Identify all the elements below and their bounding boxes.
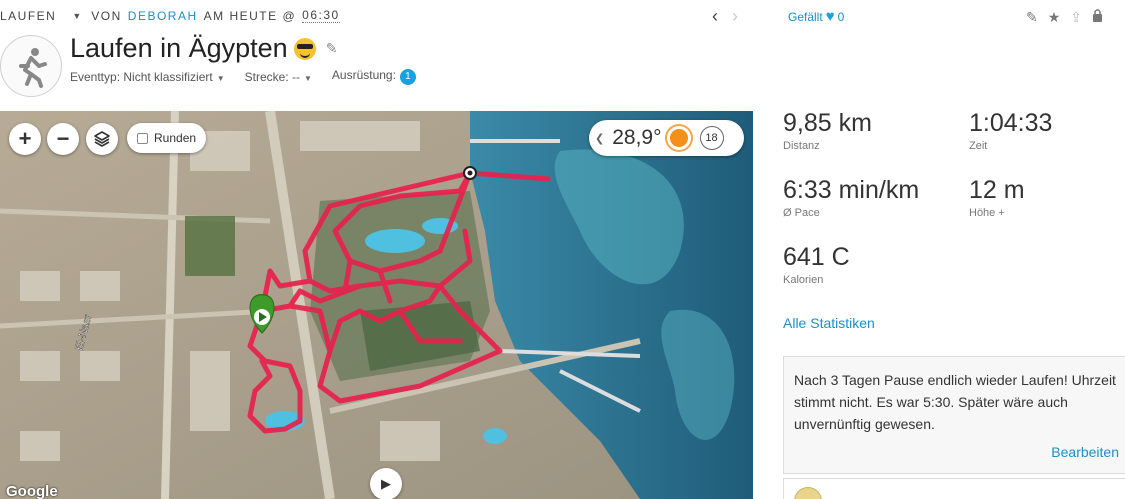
laps-label: Runden xyxy=(154,131,197,145)
route-map[interactable]: El-Nasr + − Runden ❮ 28,9° 18 ▶ Google xyxy=(0,111,753,499)
pencil-icon[interactable]: ✎ xyxy=(326,40,338,57)
sunglasses-emoji-icon xyxy=(293,37,316,60)
stat-value: 9,85 km xyxy=(783,109,872,137)
stat-value: 641 C xyxy=(783,243,850,271)
temperature-value: 28,9° xyxy=(612,126,662,149)
runner-icon xyxy=(0,35,62,97)
satellite-map-image: El-Nasr xyxy=(0,111,753,499)
weather-widget[interactable]: ❮ 28,9° 18 xyxy=(589,120,744,156)
chevron-left-icon[interactable]: ❮ xyxy=(595,132,604,145)
chevron-down-icon: ▼ xyxy=(216,73,225,83)
lock-icon[interactable] xyxy=(1092,9,1103,26)
like-label: Gefällt xyxy=(788,9,823,24)
stat-label: Ø Pace xyxy=(783,207,820,219)
pencil-icon[interactable]: ✎ xyxy=(1026,9,1038,26)
like-button[interactable]: Gefällt ♥ 0 xyxy=(788,8,844,25)
chevron-right-icon: › xyxy=(732,6,738,26)
event-type-dropdown[interactable]: Eventtyp: Nicht klassifiziert ▼ xyxy=(70,70,225,84)
wind-speed: 18 xyxy=(699,126,724,150)
stat-label: Kalorien xyxy=(783,274,824,286)
gear-label: Ausrüstung: xyxy=(331,68,396,82)
all-stats-link[interactable]: Alle Statistiken xyxy=(783,315,875,331)
layers-icon[interactable] xyxy=(86,123,118,155)
sun-icon xyxy=(669,129,688,147)
stat-value: 1:04:33 xyxy=(969,109,1053,137)
stat-label: Distanz xyxy=(783,140,820,152)
google-attribution: Google xyxy=(6,483,58,499)
activity-time[interactable]: 06:30 xyxy=(302,8,340,23)
laps-toggle[interactable]: Runden xyxy=(127,123,207,153)
route-dropdown[interactable]: Strecke: -- ▼ xyxy=(245,70,312,84)
stat-elevation-gain: 12 m Höhe + xyxy=(969,176,1025,220)
play-icon[interactable]: ▶ xyxy=(370,468,402,499)
chevron-down-icon: ▼ xyxy=(303,73,312,83)
by-label: VON xyxy=(91,8,122,23)
heart-icon[interactable]: ♥ xyxy=(826,8,835,25)
laps-checkbox[interactable] xyxy=(137,132,148,144)
route-label: Strecke: -- xyxy=(244,69,300,84)
gear-link[interactable]: Ausrüstung: 1 xyxy=(332,68,416,85)
stat-pace: 6:33 min/km Ø Pace xyxy=(783,176,920,220)
activity-title[interactable]: Laufen in Ägypten xyxy=(70,33,288,64)
zoom-in-button[interactable]: + xyxy=(9,123,41,155)
stat-distance: 9,85 km Distanz xyxy=(783,109,872,153)
user-link[interactable]: DEBORAH xyxy=(128,9,198,23)
star-icon[interactable]: ★ xyxy=(1048,9,1061,26)
edit-note-link[interactable]: Bearbeiten xyxy=(1051,441,1119,463)
activity-meta: Eventtyp: Nicht klassifiziert ▼ Strecke: … xyxy=(70,68,416,85)
event-type-label: Eventtyp: Nicht klassifiziert xyxy=(70,69,213,84)
avatar xyxy=(794,487,822,499)
chevron-left-icon[interactable]: ‹ xyxy=(712,6,718,27)
activity-toolbar: ✎ ★ ⇪ xyxy=(1026,9,1103,26)
activity-pager: ‹ › xyxy=(712,6,738,27)
stat-time: 1:04:33 Zeit xyxy=(969,109,1053,153)
note-text: Nach 3 Tagen Pause endlich wieder Laufen… xyxy=(794,372,1116,432)
comment-box[interactable] xyxy=(783,478,1125,499)
stat-label: Höhe + xyxy=(969,207,1005,219)
breadcrumb: LAUFEN ▼ VON DEBORAH AM HEUTE @ 06:30 xyxy=(0,8,346,23)
gear-count-badge[interactable]: 1 xyxy=(399,69,416,85)
activity-note: Nach 3 Tagen Pause endlich wieder Laufen… xyxy=(783,356,1125,474)
stat-calories: 641 C Kalorien xyxy=(783,243,850,287)
stat-value: 6:33 min/km xyxy=(783,176,920,204)
stat-value: 12 m xyxy=(969,176,1025,204)
when-label: AM HEUTE @ xyxy=(203,8,297,23)
stat-label: Zeit xyxy=(969,140,988,152)
activity-title-row: Laufen in Ägypten ✎ xyxy=(70,33,337,64)
sport-label[interactable]: LAUFEN xyxy=(0,9,56,23)
like-count[interactable]: 0 xyxy=(838,10,845,24)
chevron-down-icon[interactable]: ▼ xyxy=(72,11,81,21)
share-icon[interactable]: ⇪ xyxy=(1070,9,1082,26)
zoom-out-button[interactable]: − xyxy=(47,123,79,155)
